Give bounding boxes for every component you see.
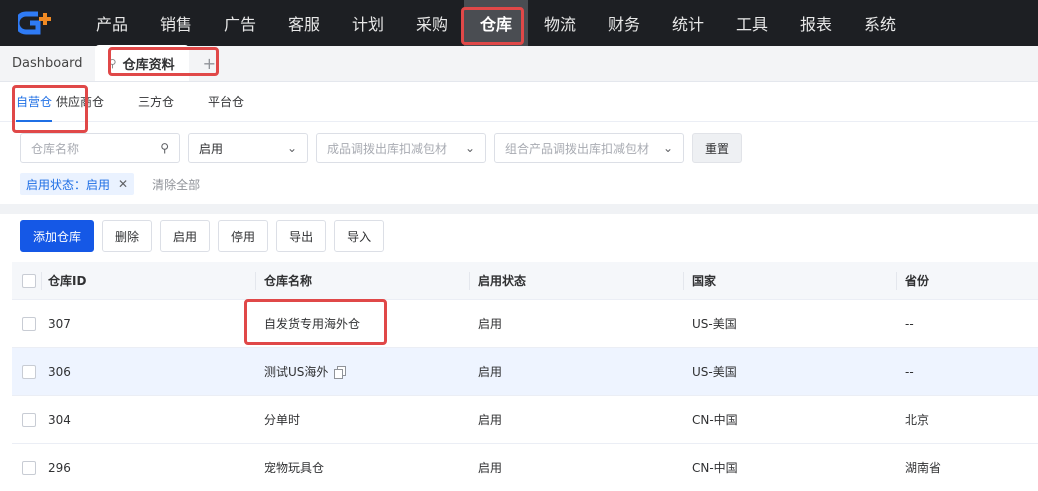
enable-button[interactable]: 启用 <box>160 220 211 252</box>
row-checkbox[interactable] <box>12 300 42 347</box>
cell-province: -- <box>905 364 914 379</box>
chevron-down-icon: ⌄ <box>286 141 297 155</box>
cell-warehouse-name[interactable]: 自发货专用海外仓 <box>256 300 470 347</box>
table-row[interactable]: 306 测试US海外 启用 US-美国 -- <box>12 348 1038 396</box>
nav-menu: 产品 销售 广告 客服 计划 采购 仓库 物流 财务 统计 工具 报表 系统 <box>80 0 912 46</box>
active-filter-chips: 启用状态：启用 ✕ 清除全部 <box>20 173 200 195</box>
warehouse-table: 仓库ID 仓库名称 启用状态 国家 省份 307 自发货专用海外仓 启用 US-… <box>12 262 1038 491</box>
import-button[interactable]: 导入 <box>334 220 385 252</box>
status-select-value: 启用 <box>199 141 224 156</box>
nav-item-system[interactable]: 系统 <box>848 0 912 46</box>
cell-country: CN-中国 <box>692 461 738 475</box>
cell-warehouse-id: 307 <box>48 316 71 331</box>
status-select[interactable]: 启用 ⌄ <box>188 133 308 163</box>
tab-warehouse-info[interactable]: ⚲ 仓库资料 <box>94 45 189 81</box>
cell-province: 湖南省 <box>905 461 942 475</box>
table-header: 仓库ID 仓库名称 启用状态 国家 省份 <box>12 262 1038 300</box>
checkbox-icon[interactable] <box>22 364 36 379</box>
nav-item-logistics[interactable]: 物流 <box>528 0 592 46</box>
nav-item-statistics[interactable]: 统计 <box>656 0 720 46</box>
checkbox-icon[interactable] <box>22 316 36 331</box>
header-status[interactable]: 启用状态 <box>470 271 684 290</box>
cell-country: CN-中国 <box>692 413 738 427</box>
cell-province: -- <box>905 316 914 331</box>
table-row[interactable]: 304 分单时 启用 CN-中国 北京 <box>12 396 1038 444</box>
cell-warehouse-id: 304 <box>48 412 71 427</box>
cell-warehouse-id: 296 <box>48 460 71 475</box>
table-row[interactable]: 307 自发货专用海外仓 启用 US-美国 -- <box>12 300 1038 348</box>
row-checkbox[interactable] <box>12 444 42 491</box>
cell-province: 北京 <box>905 413 930 427</box>
status-filter-chip-label: 启用状态：启用 <box>26 177 111 192</box>
product-transfer-placeholder: 成品调拨出库扣减包材 <box>327 141 448 156</box>
chevron-down-icon: ⌄ <box>464 141 475 155</box>
cell-warehouse-name[interactable]: 测试US海外 <box>256 348 470 395</box>
checkbox-icon[interactable] <box>22 273 36 288</box>
row-checkbox[interactable] <box>12 348 42 395</box>
page-tab-bar: Dashboard ⚲ 仓库资料 + <box>0 45 1038 82</box>
top-navigation: 产品 销售 广告 客服 计划 采购 仓库 物流 财务 统计 工具 报表 系统 <box>0 0 1038 46</box>
section-divider <box>0 204 1038 214</box>
subtab-supplier[interactable]: 供应商仓 <box>56 82 104 122</box>
nav-item-service[interactable]: 客服 <box>272 0 336 46</box>
tab-dashboard[interactable]: Dashboard <box>0 45 95 81</box>
nav-item-reports[interactable]: 报表 <box>784 0 848 46</box>
cell-country: US-美国 <box>692 317 737 331</box>
header-province[interactable]: 省份 <box>897 272 1038 290</box>
copy-icon[interactable] <box>334 366 347 379</box>
reset-button[interactable]: 重置 <box>692 133 742 163</box>
cell-warehouse-name-text: 测试US海外 <box>264 365 329 379</box>
select-all-checkbox[interactable] <box>12 271 42 290</box>
add-warehouse-button[interactable]: 添加仓库 <box>20 220 95 252</box>
cell-warehouse-name[interactable]: 分单时 <box>256 396 470 443</box>
subtab-self-operated[interactable]: 自营仓 <box>16 82 53 122</box>
action-toolbar: 添加仓库 删除 启用 停用 导出 导入 <box>20 220 392 252</box>
product-transfer-select[interactable]: 成品调拨出库扣减包材 ⌄ <box>316 133 486 163</box>
nav-item-sales[interactable]: 销售 <box>144 0 208 46</box>
nav-item-product[interactable]: 产品 <box>80 0 144 46</box>
clear-all-link[interactable]: 清除全部 <box>152 176 200 193</box>
nav-item-plan[interactable]: 计划 <box>336 0 400 46</box>
cell-status: 启用 <box>478 413 503 427</box>
nav-item-purchase[interactable]: 采购 <box>400 0 464 46</box>
warehouse-type-tabs: 自营仓 供应商仓 三方仓 平台仓 <box>0 82 1038 122</box>
row-checkbox[interactable] <box>12 396 42 443</box>
delete-button[interactable]: 删除 <box>102 220 153 252</box>
search-icon[interactable]: ⚲ <box>160 141 169 155</box>
checkbox-icon[interactable] <box>22 412 36 427</box>
checkbox-icon[interactable] <box>22 460 36 475</box>
warehouse-name-placeholder: 仓库名称 <box>31 141 80 156</box>
logo-icon <box>18 11 51 35</box>
nav-item-tools[interactable]: 工具 <box>720 0 784 46</box>
add-tab-button[interactable]: + <box>189 45 230 81</box>
warehouse-name-input[interactable]: 仓库名称 ⚲ <box>20 133 180 163</box>
nav-item-finance[interactable]: 财务 <box>592 0 656 46</box>
main-panel: 自营仓 供应商仓 三方仓 平台仓 仓库名称 ⚲ 启用 ⌄ 成品调拨出库扣减包材 … <box>0 82 1038 491</box>
export-button[interactable]: 导出 <box>276 220 327 252</box>
cell-warehouse-name[interactable]: 宠物玩具仓 <box>256 444 470 491</box>
tab-warehouse-info-label: 仓库资料 <box>122 57 175 73</box>
table-row[interactable]: 296 宠物玩具仓 启用 CN-中国 湖南省 <box>12 444 1038 491</box>
subtab-third-party[interactable]: 三方仓 <box>138 82 174 122</box>
app-logo[interactable] <box>0 0 80 46</box>
cell-status: 启用 <box>478 317 503 331</box>
cell-status: 启用 <box>478 461 503 475</box>
nav-item-warehouse[interactable]: 仓库 <box>464 0 528 46</box>
subtab-platform[interactable]: 平台仓 <box>208 82 244 122</box>
disable-button[interactable]: 停用 <box>218 220 269 252</box>
cell-warehouse-id: 306 <box>48 364 71 379</box>
header-warehouse-name[interactable]: 仓库名称 <box>256 271 470 290</box>
chevron-down-icon: ⌄ <box>662 141 673 155</box>
combo-transfer-select[interactable]: 组合产品调拨出库扣减包材 ⌄ <box>494 133 684 163</box>
cell-status: 启用 <box>478 365 503 379</box>
header-warehouse-id[interactable]: 仓库ID <box>42 271 256 290</box>
close-icon[interactable]: ✕ <box>118 177 128 191</box>
combo-transfer-placeholder: 组合产品调拨出库扣减包材 <box>505 141 650 156</box>
filter-bar: 仓库名称 ⚲ 启用 ⌄ 成品调拨出库扣减包材 ⌄ 组合产品调拨出库扣减包材 ⌄ … <box>20 133 742 163</box>
header-country[interactable]: 国家 <box>684 271 897 290</box>
pin-icon[interactable]: ⚲ <box>109 57 117 70</box>
nav-item-ads[interactable]: 广告 <box>208 0 272 46</box>
status-filter-chip: 启用状态：启用 ✕ <box>20 173 135 195</box>
cell-country: US-美国 <box>692 365 737 379</box>
